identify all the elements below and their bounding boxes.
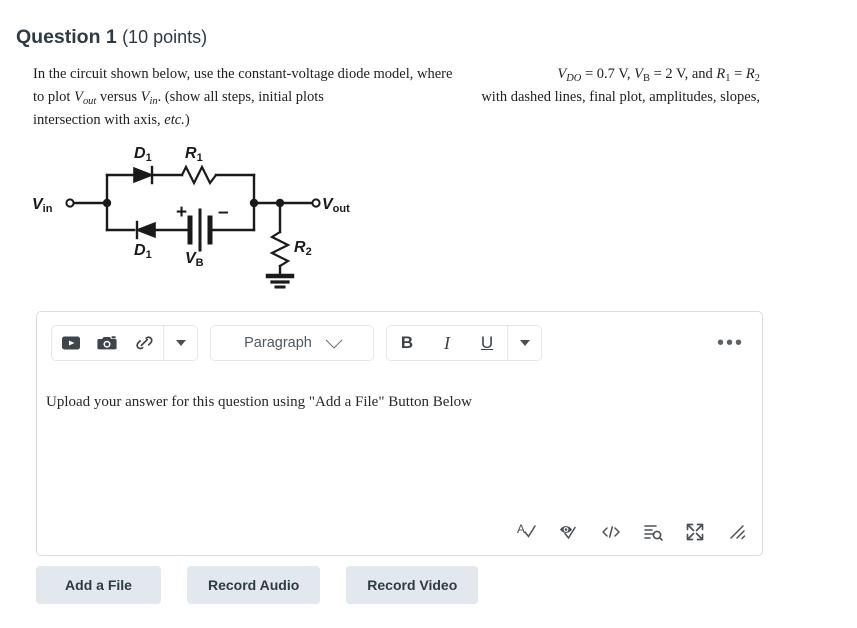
circuit-label-minus: – (218, 202, 229, 223)
circuit-label-r2: R2 (294, 239, 312, 258)
paragraph-label: Paragraph (244, 335, 312, 351)
inline-format-group: B I U (386, 325, 542, 361)
vout-symbol: V (74, 89, 83, 105)
submission-actions: Add a File Record Audio Record Video (36, 566, 479, 604)
r2-subscript: 2 (754, 72, 760, 84)
question-line2-left: to plot Vout versus Vin. (show all steps… (33, 86, 324, 109)
rich-content-editor: Paragraph B I U ••• Upload your answer f… (36, 311, 763, 556)
question-line3: intersection with axis, etc.) (33, 109, 760, 132)
chevron-down-icon (519, 340, 530, 346)
intersection-text: intersection with axis, (33, 112, 161, 128)
text-format-more-dropdown[interactable] (508, 326, 541, 360)
record-video-button[interactable]: Record Video (346, 566, 479, 604)
vdo-symbol: V (557, 66, 567, 82)
to-plot-text: to plot (33, 89, 71, 105)
image-icon[interactable] (89, 326, 126, 360)
editor-content-text: Upload your answer for this question usi… (46, 394, 472, 410)
plots-text: . (show all steps, initial plots (157, 89, 324, 105)
vb-value: = 2 V, and (653, 66, 713, 82)
link-icon[interactable] (126, 326, 163, 360)
resize-handle-icon[interactable] (726, 521, 748, 543)
circuit-label-plus: + (176, 202, 187, 223)
versus-text: versus (99, 89, 137, 105)
vb-subscript: B (642, 72, 650, 84)
vdo-subscript: DO (566, 72, 582, 84)
circuit-label-vin: Vin (32, 196, 53, 215)
chevron-down-icon (325, 331, 343, 349)
word-count-icon[interactable] (642, 521, 664, 543)
question-title: Question 1 (16, 26, 117, 48)
bold-button[interactable]: B (387, 326, 427, 360)
r1-symbol: R (716, 66, 726, 82)
closing-paren: ) (184, 112, 190, 128)
media-more-dropdown[interactable] (164, 326, 197, 360)
video-icon[interactable] (52, 326, 89, 360)
svg-text:A: A (517, 522, 525, 536)
add-a-file-button[interactable]: Add a File (36, 566, 161, 604)
editor-content-area[interactable]: Upload your answer for this question usi… (37, 374, 762, 515)
vout-subscript: out (82, 95, 97, 107)
vdo-value: = 0.7 V, (584, 66, 631, 82)
italic-button[interactable]: I (427, 326, 467, 360)
spellcheck-icon[interactable]: A (516, 521, 538, 543)
html-editor-icon[interactable] (600, 521, 622, 543)
editor-status-bar: A (516, 513, 754, 551)
circuit-label-d1-bottom: D1 (134, 242, 152, 261)
fullscreen-icon[interactable] (684, 521, 706, 543)
circuit-label-vb: VB (185, 250, 204, 269)
circuit-label-d1-top: D1 (134, 145, 152, 164)
page-title: Question 1 (10 points) (16, 26, 207, 49)
equals-sign: = (734, 66, 743, 82)
question-line1-text: In the circuit shown below, use the cons… (33, 66, 453, 82)
vb-symbol: V (634, 66, 643, 82)
accessibility-checker-icon[interactable] (558, 521, 580, 543)
question-body: In the circuit shown below, use the cons… (33, 63, 760, 132)
editor-toolbar: Paragraph B I U ••• (37, 312, 762, 374)
question-line1-math: VDO = 0.7 V, VB = 2 V, and R1 = R2 (557, 63, 760, 86)
block-format-group: Paragraph (210, 325, 374, 361)
media-toolbar-group (51, 325, 198, 361)
question-line2-right: with dashed lines, final plot, amplitude… (481, 89, 760, 105)
paragraph-dropdown[interactable]: Paragraph (211, 325, 373, 361)
question-points: (10 points) (122, 27, 208, 47)
r2-symbol: R (745, 66, 755, 82)
etc-text: etc. (164, 112, 185, 128)
circuit-diagram: Vin Vout D1 D1 R1 R2 VB + – (22, 140, 362, 295)
record-audio-button[interactable]: Record Audio (187, 566, 321, 604)
underline-button[interactable]: U (467, 326, 507, 360)
circuit-label-r1: R1 (185, 145, 203, 164)
circuit-label-vout: Vout (322, 196, 350, 215)
r1-subscript: 1 (725, 72, 731, 84)
chevron-down-icon (175, 340, 186, 346)
toolbar-overflow-button[interactable]: ••• (717, 333, 744, 353)
vin-subscript: in (149, 95, 158, 107)
